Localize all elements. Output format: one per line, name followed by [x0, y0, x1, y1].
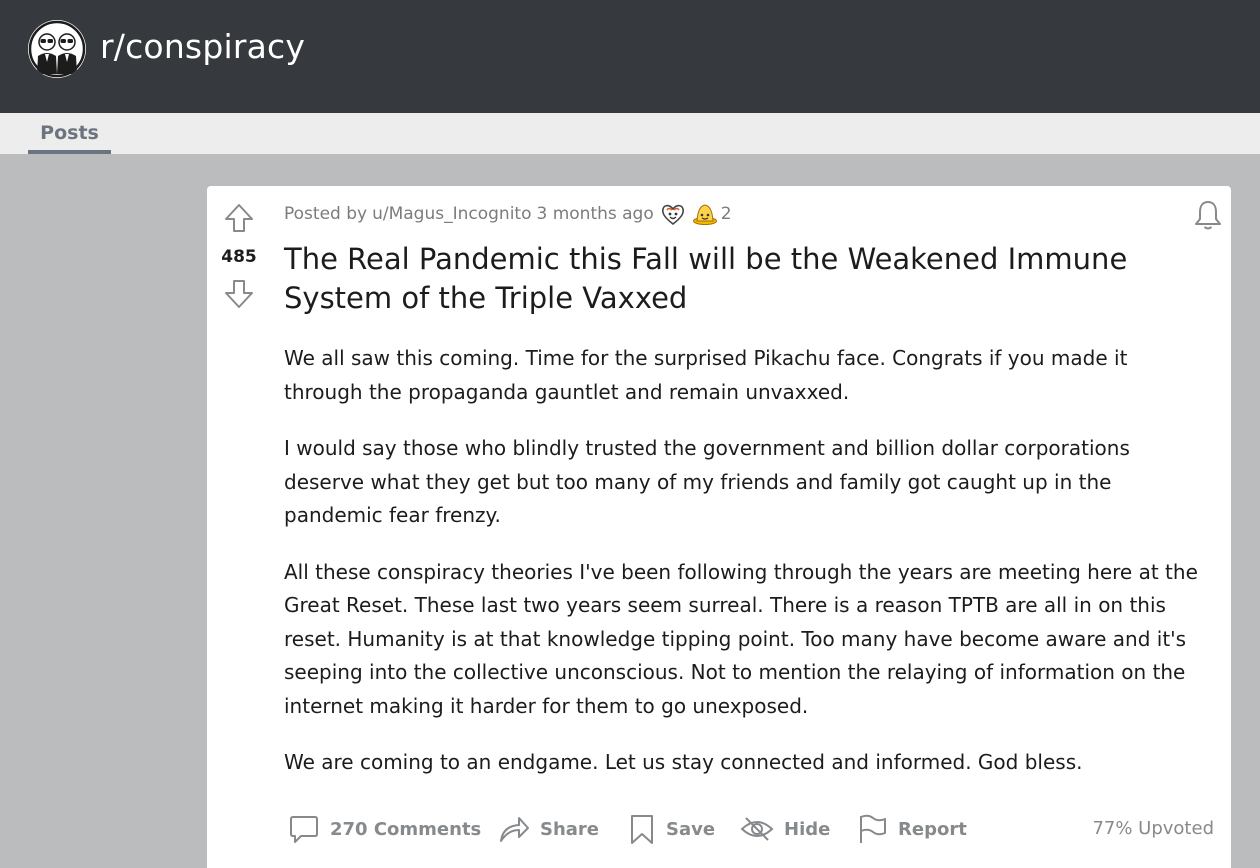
hide-label: Hide — [784, 818, 831, 840]
subreddit-avatar-icon[interactable] — [28, 20, 86, 78]
comment-bubble-icon — [290, 816, 318, 843]
post-card: 485 Posted by u/Magus_Incognito 3 months… — [207, 186, 1231, 868]
tab-posts[interactable]: Posts — [28, 113, 111, 154]
eye-slash-icon — [740, 817, 774, 841]
post-paragraph: I would say those who blindly trusted th… — [284, 436, 1130, 527]
post-title[interactable]: The Real Pandemic this Fall will be the … — [284, 240, 1204, 318]
share-arrow-icon — [500, 817, 529, 842]
share-button[interactable]: Share — [498, 810, 599, 848]
posted-by-label: Posted by — [284, 204, 368, 224]
gold-hat-award-icon[interactable] — [692, 201, 718, 227]
post-meta: Posted by u/Magus_Incognito 3 months ago… — [284, 202, 732, 226]
save-button[interactable]: Save — [628, 810, 715, 848]
subreddit-header: r/conspiracy — [0, 0, 1260, 113]
post-paragraph: We all saw this coming. Time for the sur… — [284, 346, 1128, 404]
post-action-bar: 270 Comments Share Save Hide Report 77% … — [284, 806, 1214, 852]
post-paragraph: We are coming to an endgame. Let us stay… — [284, 750, 1083, 774]
post-body: We all saw this coming. Time for the sur… — [284, 342, 1209, 803]
save-label: Save — [666, 818, 716, 840]
report-label: Report — [898, 818, 967, 840]
hide-button[interactable]: Hide — [740, 810, 830, 848]
bookmark-icon — [631, 815, 653, 844]
comments-button[interactable]: 270 Comments — [288, 810, 481, 848]
downvote-arrow-icon[interactable] — [223, 278, 255, 310]
tab-posts-label: Posts — [40, 122, 99, 144]
subreddit-tab-bar: Posts — [0, 113, 1260, 154]
flag-icon — [860, 814, 886, 843]
author-link[interactable]: u/Magus_Incognito — [372, 204, 531, 224]
share-label: Share — [540, 818, 600, 840]
post-time[interactable]: 3 months ago — [536, 204, 653, 224]
wholesome-heart-award-icon[interactable] — [660, 201, 686, 227]
notification-bell-icon[interactable] — [1191, 198, 1225, 232]
post-paragraph: All these conspiracy theories I've been … — [284, 559, 1198, 718]
report-button[interactable]: Report — [856, 810, 967, 848]
subreddit-name[interactable]: r/conspiracy — [100, 27, 305, 66]
upvote-arrow-icon[interactable] — [223, 202, 255, 234]
comments-label: 270 Comments — [330, 818, 482, 840]
vote-count: 485 — [221, 247, 257, 267]
award-count: 2 — [720, 204, 732, 224]
upvote-ratio: 77% Upvoted — [1092, 818, 1214, 839]
